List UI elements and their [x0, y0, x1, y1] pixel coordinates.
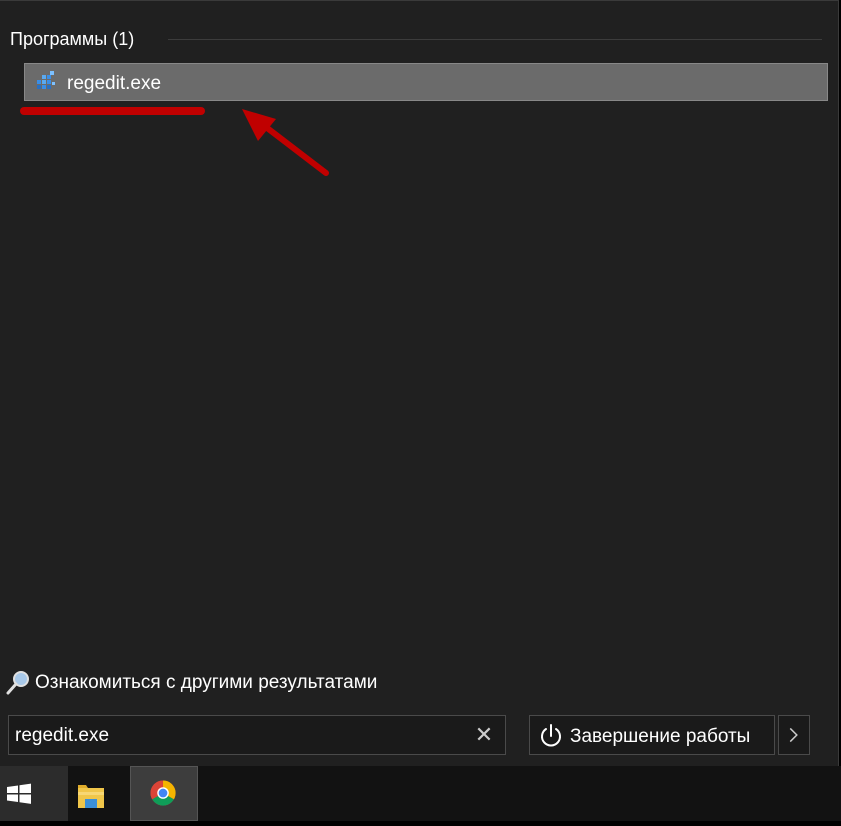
more-results-link[interactable]: Ознакомиться с другими результатами	[4, 669, 377, 697]
start-search-panel: Программы (1) regedit.exe Ознакомиться с…	[0, 0, 839, 766]
section-header-programs: Программы (1)	[10, 29, 135, 49]
result-item-label: regedit.exe	[67, 73, 162, 94]
chevron-right-icon	[789, 727, 798, 743]
shutdown-options-button[interactable]	[778, 715, 810, 755]
annotation-underline-result	[20, 107, 205, 115]
search-magnifier-icon	[6, 671, 29, 695]
file-explorer-icon	[78, 785, 104, 808]
annotation-arrow	[242, 109, 329, 176]
chrome-button[interactable]	[130, 766, 198, 821]
shutdown-label: Завершение работы	[570, 726, 751, 747]
registry-editor-icon	[37, 71, 55, 89]
shutdown-button[interactable]: Завершение работы	[529, 715, 775, 755]
section-divider	[168, 39, 822, 40]
chrome-icon	[150, 780, 176, 806]
clear-search-icon[interactable]: ✕	[473, 724, 495, 746]
more-results-label: Ознакомиться с другими результатами	[35, 672, 378, 693]
result-item-regedit[interactable]: regedit.exe	[24, 63, 828, 101]
power-icon	[541, 724, 561, 747]
file-explorer-button[interactable]	[58, 766, 126, 821]
search-input[interactable]	[15, 724, 455, 748]
taskbar	[0, 766, 841, 821]
search-box: ✕	[8, 715, 506, 755]
